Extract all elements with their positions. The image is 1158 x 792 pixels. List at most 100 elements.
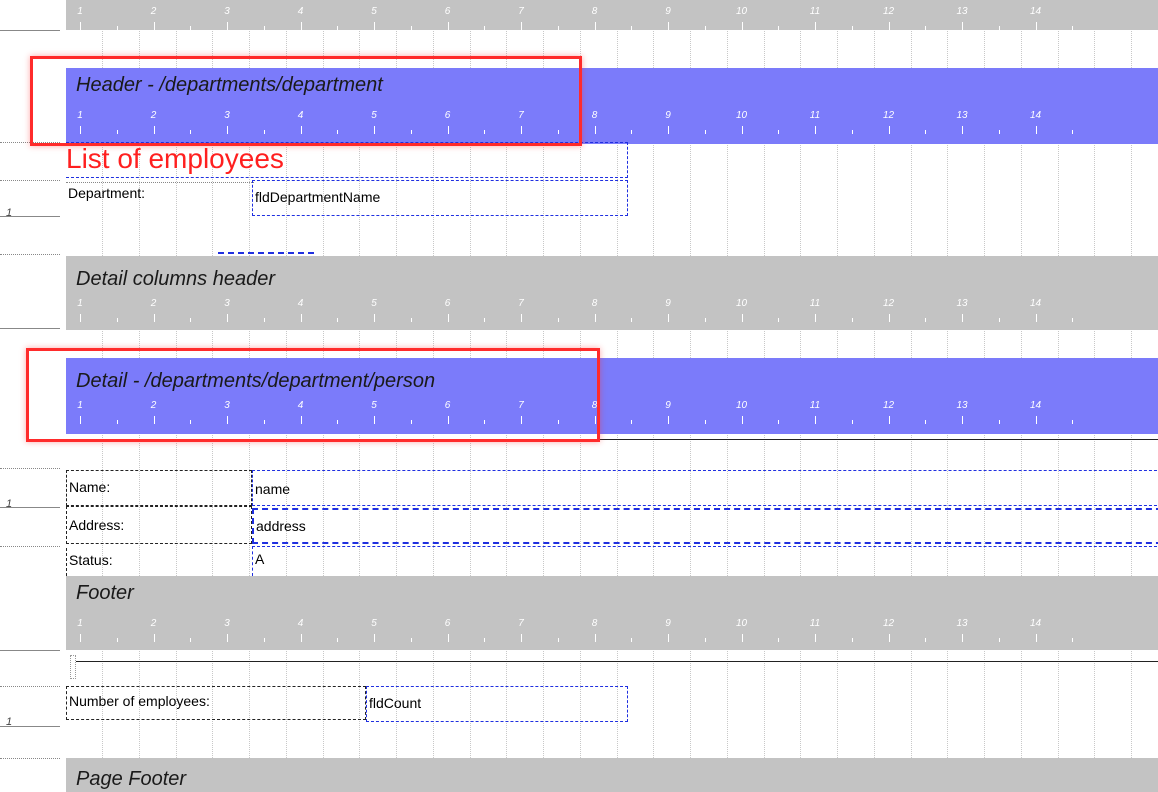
ruler-half-tick bbox=[631, 638, 633, 642]
name-field[interactable]: name bbox=[252, 470, 1158, 506]
ruler-tick bbox=[227, 314, 228, 322]
ruler-tick bbox=[80, 634, 81, 642]
ruler-tick bbox=[741, 126, 743, 134]
ruler-number: 9 bbox=[665, 6, 671, 17]
ruler-half-tick bbox=[190, 318, 192, 322]
band-boundary-mark bbox=[0, 328, 60, 329]
ruler-number: 3 bbox=[224, 618, 230, 629]
ruler-number: 14 bbox=[1029, 110, 1042, 121]
ruler-tick bbox=[1035, 126, 1037, 134]
ruler-half-tick bbox=[851, 420, 853, 424]
ruler-tick bbox=[741, 416, 743, 424]
ruler-half-tick bbox=[557, 26, 559, 30]
footer-separator-line[interactable] bbox=[76, 661, 1158, 662]
ruler-number: 2 bbox=[150, 618, 157, 629]
ruler-number: 14 bbox=[1029, 298, 1042, 309]
ruler-number: 10 bbox=[735, 618, 748, 629]
ruler-tick bbox=[374, 22, 375, 30]
band-boundary-mark bbox=[0, 30, 60, 31]
ruler-half-tick bbox=[631, 26, 633, 30]
ruler-half-tick bbox=[263, 26, 265, 30]
ruler-number: 11 bbox=[809, 298, 821, 309]
status-field[interactable]: A bbox=[252, 546, 1158, 576]
ruler-half-tick bbox=[851, 638, 853, 642]
ruler-half-tick bbox=[190, 26, 192, 30]
ruler-tick bbox=[227, 22, 228, 30]
header-highlight-box bbox=[30, 56, 582, 146]
ruler-number: 12 bbox=[882, 618, 895, 629]
page-header-band[interactable]: 1 2 3 4 5 6 7 8 9 10 11 12 13 14 bbox=[66, 0, 1158, 30]
ruler-half-tick bbox=[116, 638, 118, 642]
ruler-half-tick bbox=[263, 318, 265, 322]
page-footer-band[interactable]: Page Footer bbox=[66, 758, 1158, 792]
ruler-tick bbox=[227, 634, 228, 642]
ruler-half-tick bbox=[998, 318, 1000, 322]
ruler-half-tick bbox=[925, 26, 927, 30]
footer-band[interactable]: Footer 1 2 3 4 5 6 7 8 9 10 11 12 13 14 bbox=[66, 576, 1158, 650]
vertical-ruler-number: 1 bbox=[6, 207, 13, 219]
address-field[interactable]: address bbox=[252, 508, 1158, 544]
ruler-number: 11 bbox=[809, 110, 821, 121]
ruler-number: 12 bbox=[882, 298, 895, 309]
name-label[interactable]: Name: bbox=[66, 470, 252, 506]
ruler-tick bbox=[815, 634, 816, 642]
band-boundary-mark bbox=[0, 180, 60, 181]
ruler-half-tick bbox=[410, 638, 412, 642]
ruler-number: 13 bbox=[956, 6, 968, 17]
ruler-half-tick bbox=[778, 130, 780, 134]
ruler-half-tick bbox=[410, 318, 412, 322]
status-label[interactable]: Status: bbox=[66, 548, 252, 576]
ruler-tick bbox=[962, 416, 963, 424]
vertical-ruler-number: 1 bbox=[6, 498, 13, 510]
ruler-number: 4 bbox=[297, 298, 304, 309]
ruler-tick bbox=[962, 634, 963, 642]
ruler-tick bbox=[300, 22, 302, 30]
band-boundary-mark bbox=[0, 468, 60, 469]
department-name-field[interactable]: fldDepartmentName bbox=[252, 180, 628, 216]
ruler-tick bbox=[447, 314, 449, 322]
band-boundary-mark bbox=[0, 546, 60, 547]
ruler-tick bbox=[741, 314, 743, 322]
employee-count-label[interactable]: Number of employees: bbox=[66, 686, 366, 720]
band-boundary-mark bbox=[0, 650, 60, 651]
ruler-number: 10 bbox=[735, 298, 748, 309]
ruler-tick bbox=[668, 416, 669, 424]
ruler-number: 12 bbox=[882, 110, 895, 121]
ruler-half-tick bbox=[1072, 26, 1074, 30]
ruler-half-tick bbox=[925, 130, 927, 134]
title-textbox-frame[interactable] bbox=[66, 142, 628, 178]
ruler-half-tick bbox=[557, 638, 559, 642]
ruler-number: 13 bbox=[956, 298, 968, 309]
ruler-tick bbox=[374, 634, 375, 642]
ruler-number: 7 bbox=[518, 618, 524, 629]
ruler-tick bbox=[962, 22, 963, 30]
ruler-tick bbox=[888, 416, 890, 424]
ruler-tick bbox=[888, 126, 890, 134]
employee-count-field[interactable]: fldCount bbox=[366, 686, 628, 722]
ruler-half-tick bbox=[778, 318, 780, 322]
ruler-number: 2 bbox=[150, 6, 157, 17]
address-label[interactable]: Address: bbox=[66, 506, 252, 544]
ruler-half-tick bbox=[778, 420, 780, 424]
footer-line-handle[interactable] bbox=[70, 655, 76, 679]
department-label[interactable]: Department: bbox=[66, 182, 254, 216]
ruler-number: 6 bbox=[444, 618, 451, 629]
ruler-tick bbox=[1035, 634, 1037, 642]
ruler-number: 1 bbox=[77, 6, 83, 17]
ruler-half-tick bbox=[778, 638, 780, 642]
ruler-number: 11 bbox=[809, 400, 821, 411]
ruler-tick bbox=[80, 22, 81, 30]
ruler-half-tick bbox=[631, 420, 633, 424]
ruler-half-tick bbox=[704, 638, 706, 642]
ruler-tick bbox=[815, 416, 816, 424]
ruler-number: 3 bbox=[224, 298, 230, 309]
ruler-number: 12 bbox=[882, 400, 895, 411]
detail-columns-header-band[interactable]: Detail columns header 1 2 3 4 5 6 7 8 9 10 11 12 13 1… bbox=[66, 256, 1158, 330]
ruler-tick bbox=[888, 314, 890, 322]
selection-marker bbox=[218, 252, 314, 254]
detail-separator-line[interactable] bbox=[598, 439, 1158, 440]
ruler-number: 5 bbox=[371, 6, 377, 17]
ruler-half-tick bbox=[116, 318, 118, 322]
ruler-tick bbox=[153, 314, 155, 322]
ruler-half-tick bbox=[337, 318, 339, 322]
